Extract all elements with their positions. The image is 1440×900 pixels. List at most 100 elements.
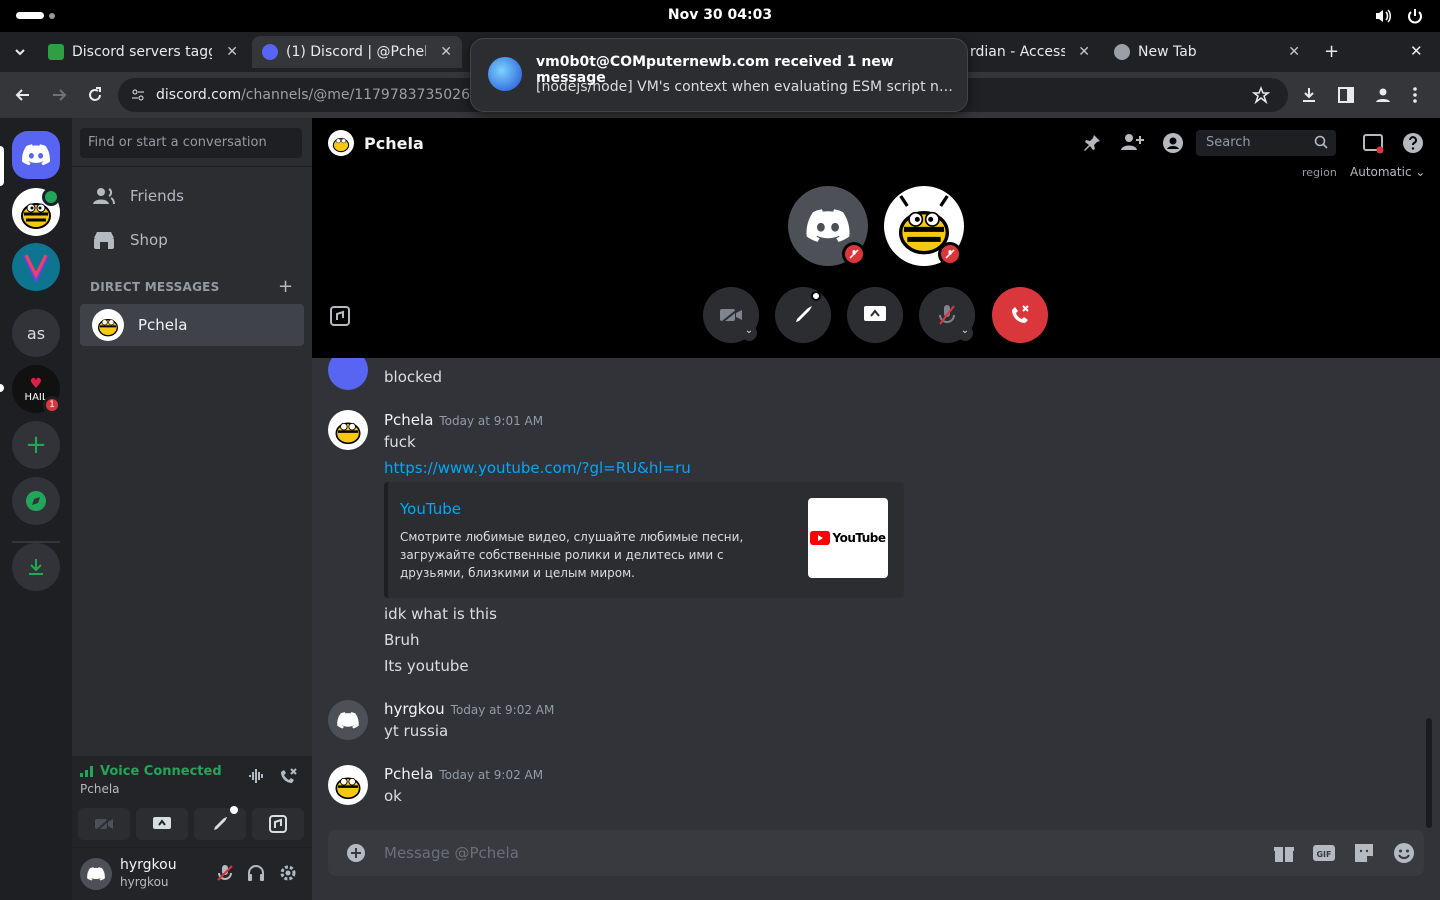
create-dm-plus-icon[interactable]: + bbox=[278, 276, 293, 297]
voice-status[interactable]: Voice Connected bbox=[100, 764, 222, 779]
user-tag: hyrgkou bbox=[120, 875, 169, 889]
youtube-play-icon bbox=[810, 531, 831, 545]
help-icon[interactable] bbox=[1402, 132, 1424, 154]
profile-icon[interactable] bbox=[1374, 86, 1392, 104]
side-panel-icon[interactable] bbox=[1338, 86, 1354, 104]
sidebar-item-shop[interactable]: Shop bbox=[80, 219, 304, 261]
system-clock[interactable]: Nov 30 04:03 bbox=[0, 7, 1440, 23]
user-profile-icon[interactable] bbox=[1162, 132, 1184, 154]
noise-suppression-icon[interactable] bbox=[248, 768, 266, 784]
voice-connection-panel: Voice Connected Pchela bbox=[72, 756, 312, 848]
avatar bbox=[92, 309, 124, 341]
gif-icon[interactable]: GIF bbox=[1312, 841, 1336, 865]
chevron-down-icon[interactable]: ⌄ bbox=[741, 325, 757, 341]
disconnect-icon[interactable] bbox=[278, 767, 298, 785]
inbox-icon[interactable] bbox=[1362, 132, 1384, 154]
camera-off-button[interactable]: ⌄ bbox=[703, 287, 759, 343]
mic-muted-icon[interactable] bbox=[216, 864, 234, 882]
shop-label: Shop bbox=[130, 231, 168, 249]
search-placeholder: Search bbox=[1206, 135, 1251, 150]
tab-close-icon[interactable]: ✕ bbox=[1078, 44, 1090, 60]
settings-gear-icon[interactable] bbox=[279, 864, 297, 882]
tab-search-icon[interactable] bbox=[12, 44, 28, 60]
dm-item-pchela[interactable]: Pchela bbox=[80, 304, 304, 346]
message-header: hyrgkou Today at 9:02 AM bbox=[384, 700, 554, 718]
desktop-notification[interactable]: vm0b0t@COMputernewb.com received 1 new m… bbox=[470, 38, 968, 112]
channel-title: Pchela bbox=[364, 134, 424, 153]
window-close-icon[interactable]: ✕ bbox=[1410, 42, 1423, 60]
activity-rocket-button[interactable] bbox=[194, 806, 246, 840]
tab-new-tab[interactable]: New Tab ✕ bbox=[1104, 36, 1310, 68]
leave-call-button[interactable] bbox=[992, 287, 1048, 343]
tab-close-icon[interactable]: ✕ bbox=[440, 44, 452, 60]
avatar[interactable] bbox=[328, 358, 368, 390]
user-name[interactable]: hyrgkou bbox=[120, 857, 177, 873]
unread-indicator bbox=[0, 384, 4, 392]
tab-discord-servers[interactable]: Discord servers tagg ✕ bbox=[38, 36, 248, 68]
pin-icon[interactable] bbox=[1082, 133, 1102, 153]
bookmark-star-icon[interactable] bbox=[1252, 86, 1270, 104]
emoji-icon[interactable] bbox=[1392, 841, 1416, 865]
chevron-down-icon[interactable]: ⌄ bbox=[957, 325, 973, 341]
channel-search-input[interactable]: Search bbox=[1196, 130, 1336, 156]
tab-close-icon[interactable]: ✕ bbox=[226, 44, 238, 60]
dm-section-header: DIRECT MESSAGES bbox=[90, 280, 220, 294]
embed-title[interactable]: YouTube bbox=[400, 500, 461, 518]
avatar bbox=[328, 130, 354, 156]
share-screen-button[interactable] bbox=[136, 808, 188, 840]
tab-guardian[interactable]: rdian - Access ✕ bbox=[960, 36, 1100, 68]
voice-channel-name[interactable]: Pchela bbox=[80, 782, 120, 796]
sticker-icon[interactable] bbox=[1352, 841, 1376, 865]
browser-menu-icon[interactable] bbox=[1412, 86, 1418, 104]
add-server-plus-icon[interactable]: + bbox=[12, 421, 60, 469]
message-author[interactable]: hyrgkou bbox=[384, 700, 445, 718]
find-conversation-input[interactable]: Find or start a conversation bbox=[80, 128, 302, 158]
power-icon[interactable] bbox=[1406, 7, 1424, 25]
site-info-icon[interactable] bbox=[130, 87, 146, 103]
new-badge bbox=[811, 291, 821, 301]
embed-thumbnail[interactable]: YouTube bbox=[808, 498, 888, 578]
forward-arrow-icon[interactable] bbox=[50, 86, 68, 104]
region-value: Automatic bbox=[1350, 165, 1412, 179]
gift-icon[interactable] bbox=[1272, 841, 1296, 865]
message-author[interactable]: Pchela bbox=[384, 765, 433, 783]
user-panel: hyrgkou hyrgkou bbox=[72, 848, 312, 900]
dm-sidebar: Find or start a conversation Friends Sho… bbox=[72, 118, 312, 900]
back-arrow-icon[interactable] bbox=[14, 86, 32, 104]
region-select[interactable]: Automatic ⌄ bbox=[1350, 165, 1425, 179]
new-tab-plus-icon[interactable]: + bbox=[1324, 41, 1339, 62]
avatar[interactable] bbox=[328, 765, 368, 805]
tab-discord-pchela[interactable]: (1) Discord | @Pchela ✕ bbox=[252, 36, 462, 68]
message-author[interactable]: Pchela bbox=[384, 411, 433, 429]
avatar[interactable] bbox=[328, 700, 368, 740]
message-input[interactable] bbox=[384, 830, 1284, 876]
download-icon[interactable] bbox=[1300, 86, 1318, 104]
message-link[interactable]: https://www.youtube.com/?gl=RU&hl=ru bbox=[384, 459, 691, 477]
message-scrollbar[interactable] bbox=[1426, 718, 1432, 828]
add-friend-to-dm-icon[interactable] bbox=[1120, 132, 1144, 152]
discord-home-icon[interactable] bbox=[12, 131, 60, 179]
explore-compass-icon[interactable] bbox=[12, 477, 60, 525]
svg-text:GIF: GIF bbox=[1316, 850, 1331, 859]
sidebar-item-friends[interactable]: Friends bbox=[80, 175, 304, 217]
server-as-icon[interactable]: as bbox=[12, 309, 60, 357]
activity-rocket-button[interactable] bbox=[775, 287, 831, 343]
tab-close-icon[interactable]: ✕ bbox=[1288, 44, 1300, 60]
share-screen-button[interactable] bbox=[847, 287, 903, 343]
camera-off-button[interactable] bbox=[78, 808, 130, 840]
server-v-icon[interactable] bbox=[12, 243, 60, 291]
message-header: Pchela Today at 9:01 AM bbox=[384, 411, 543, 429]
call-area: Pchela Search region Automatic ⌄ ⌄ ⌄ bbox=[312, 118, 1440, 358]
reload-icon[interactable] bbox=[86, 86, 104, 104]
attach-plus-icon[interactable] bbox=[346, 843, 366, 863]
soundboard-icon[interactable] bbox=[330, 306, 350, 326]
dm-main: Pchela Search region Automatic ⌄ ⌄ ⌄ blo… bbox=[312, 118, 1440, 900]
download-apps-icon[interactable] bbox=[12, 543, 60, 591]
volume-icon[interactable] bbox=[1374, 7, 1392, 25]
headphones-icon[interactable] bbox=[247, 864, 265, 882]
avatar[interactable] bbox=[328, 410, 368, 450]
soundboard-button[interactable] bbox=[252, 808, 304, 840]
server-list: as ♥ HAIL 1 + bbox=[0, 118, 72, 900]
avatar[interactable] bbox=[80, 858, 112, 890]
mute-mic-button[interactable]: ⌄ bbox=[919, 287, 975, 343]
